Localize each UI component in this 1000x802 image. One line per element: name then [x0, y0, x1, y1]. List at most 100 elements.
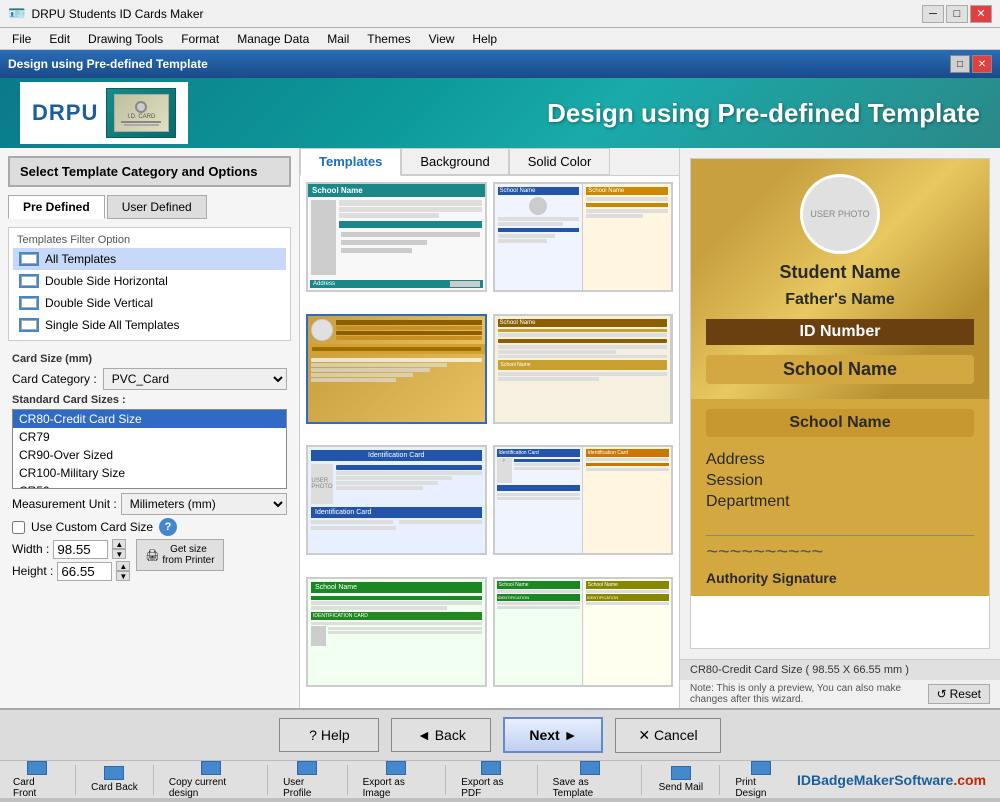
- header-banner: DRPU I.D. CARD Design using Pre-defined …: [0, 78, 1000, 148]
- dialog-maximize-button[interactable]: □: [950, 55, 970, 73]
- card-front-icon: [27, 761, 47, 775]
- taskbar: Card Front Card Back Copy current design…: [0, 760, 1000, 798]
- size-cr50[interactable]: CR50: [13, 482, 286, 489]
- taskbar-user-profile[interactable]: User Profile: [274, 758, 341, 802]
- custom-size-checkbox[interactable]: [12, 521, 25, 534]
- height-input[interactable]: [57, 562, 112, 581]
- tab-templates[interactable]: Templates: [300, 148, 401, 176]
- task-copy-label: Copy current design: [169, 777, 252, 799]
- get-size-button[interactable]: 🖨 Get sizefrom Printer: [136, 539, 223, 571]
- taskbar-copy-design[interactable]: Copy current design: [160, 758, 261, 802]
- filter-dh-label: Double Side Horizontal: [45, 274, 168, 288]
- menu-view[interactable]: View: [421, 30, 463, 48]
- card-category-select[interactable]: PVC_Card: [103, 368, 287, 390]
- section-header: Select Template Category and Options: [8, 156, 291, 187]
- size-list[interactable]: CR80-Credit Card Size CR79 CR90-Over Siz…: [12, 409, 287, 489]
- preview-signature: ~~~~~~~~~~: [706, 535, 974, 564]
- template-thumb-8[interactable]: School Name IDENTIFICATION School Name I…: [493, 577, 674, 687]
- cancel-button[interactable]: ✕ Cancel: [615, 718, 720, 753]
- preview-school-name-1: School Name: [706, 355, 974, 384]
- middle-panel: Templates Background Solid Color School …: [300, 148, 680, 708]
- tab-background[interactable]: Background: [401, 148, 508, 175]
- filter-all-templates[interactable]: All Templates: [13, 248, 286, 270]
- tab-userdefined[interactable]: User Defined: [107, 195, 207, 219]
- task-divider-6: [537, 765, 538, 795]
- menu-format[interactable]: Format: [173, 30, 227, 48]
- task-profile-label: User Profile: [283, 777, 332, 799]
- back-button[interactable]: ◄ Back: [391, 718, 491, 752]
- taskbar-save-template[interactable]: Save as Template: [544, 758, 636, 802]
- filter-single-side[interactable]: Single Side All Templates: [13, 314, 286, 336]
- width-down-button[interactable]: ▼: [112, 549, 126, 559]
- task-print-label: Print Design: [735, 777, 786, 799]
- filter-ss-icon: [19, 318, 39, 332]
- size-cr100[interactable]: CR100-Military Size: [13, 464, 286, 482]
- filter-dv-icon: [19, 296, 39, 310]
- user-photo: USER PHOTO: [800, 174, 880, 254]
- menu-edit[interactable]: Edit: [41, 30, 78, 48]
- maximize-button[interactable]: □: [946, 5, 968, 23]
- drpu-text: DRPU: [32, 100, 98, 126]
- taskbar-card-back[interactable]: Card Back: [82, 763, 147, 796]
- template-grid: School Name: [300, 176, 679, 708]
- info-button[interactable]: ?: [159, 518, 177, 536]
- card-size-label: Card Size (mm): [12, 353, 287, 365]
- height-down-button[interactable]: ▼: [116, 571, 130, 581]
- height-up-button[interactable]: ▲: [116, 561, 130, 571]
- filter-double-horizontal[interactable]: Double Side Horizontal: [13, 270, 286, 292]
- next-button[interactable]: Next ►: [503, 717, 603, 753]
- task-export-pdf-label: Export as PDF: [461, 777, 521, 799]
- export-image-icon: [386, 761, 406, 775]
- template-thumb-4[interactable]: School Name School Name: [493, 314, 674, 424]
- filter-all-label: All Templates: [45, 252, 116, 266]
- taskbar-print-design[interactable]: Print Design: [726, 758, 795, 802]
- size-cr90[interactable]: CR90-Over Sized: [13, 446, 286, 464]
- menu-manage-data[interactable]: Manage Data: [229, 30, 317, 48]
- taskbar-export-pdf[interactable]: Export as PDF: [452, 758, 530, 802]
- tab-predefined[interactable]: Pre Defined: [8, 195, 105, 219]
- filter-dh-icon: [19, 274, 39, 288]
- preview-address: Address: [706, 451, 974, 469]
- help-button[interactable]: ? Help: [279, 718, 379, 752]
- width-input[interactable]: [53, 540, 108, 559]
- card-back-icon: [104, 766, 124, 780]
- preview-authority: Authority Signature: [706, 570, 974, 586]
- dialog-title-bar: Design using Pre-defined Template □ ✕: [0, 50, 1000, 78]
- template-thumb-2[interactable]: School Name School Name: [493, 182, 674, 292]
- filter-double-vertical[interactable]: Double Side Vertical: [13, 292, 286, 314]
- taskbar-card-front[interactable]: Card Front: [4, 758, 69, 802]
- preview-school-name-2: School Name: [706, 409, 974, 437]
- task-divider-8: [719, 765, 720, 795]
- size-cr80[interactable]: CR80-Credit Card Size: [13, 410, 286, 428]
- taskbar-send-mail[interactable]: Send Mail: [648, 763, 713, 796]
- dialog-close-button[interactable]: ✕: [972, 55, 992, 73]
- reset-button[interactable]: ↺ Reset: [928, 684, 990, 704]
- menu-themes[interactable]: Themes: [359, 30, 418, 48]
- size-cr79[interactable]: CR79: [13, 428, 286, 446]
- template-thumb-1[interactable]: School Name: [306, 182, 487, 292]
- template-thumb-7[interactable]: School Name IDENTIFICATION CARD: [306, 577, 487, 687]
- width-up-button[interactable]: ▲: [112, 539, 126, 549]
- task-card-back-label: Card Back: [91, 782, 138, 793]
- close-button[interactable]: ✕: [970, 5, 992, 23]
- menu-help[interactable]: Help: [464, 30, 505, 48]
- reset-icon: ↺: [937, 687, 947, 701]
- template-thumb-6[interactable]: Identification Card P: [493, 445, 674, 555]
- tab-solid-color[interactable]: Solid Color: [509, 148, 611, 175]
- task-divider-1: [75, 765, 76, 795]
- minimize-button[interactable]: ─: [922, 5, 944, 23]
- reset-label: Reset: [950, 687, 981, 701]
- custom-size-label: Use Custom Card Size: [31, 520, 153, 534]
- menu-file[interactable]: File: [4, 30, 39, 48]
- menu-drawing-tools[interactable]: Drawing Tools: [80, 30, 171, 48]
- template-thumb-5[interactable]: Identification Card USERPHOTO Ide: [306, 445, 487, 555]
- template-thumb-3[interactable]: [306, 314, 487, 424]
- measurement-select[interactable]: Milimeters (mm): [121, 493, 287, 515]
- menu-mail[interactable]: Mail: [319, 30, 357, 48]
- card-info: CR80-Credit Card Size ( 98.55 X 66.55 mm…: [680, 659, 1000, 680]
- printer-icon: 🖨: [145, 549, 159, 562]
- taskbar-export-image[interactable]: Export as Image: [354, 758, 440, 802]
- filter-dv-label: Double Side Vertical: [45, 296, 153, 310]
- task-save-label: Save as Template: [553, 777, 627, 799]
- card-category-label: Card Category :: [12, 372, 97, 386]
